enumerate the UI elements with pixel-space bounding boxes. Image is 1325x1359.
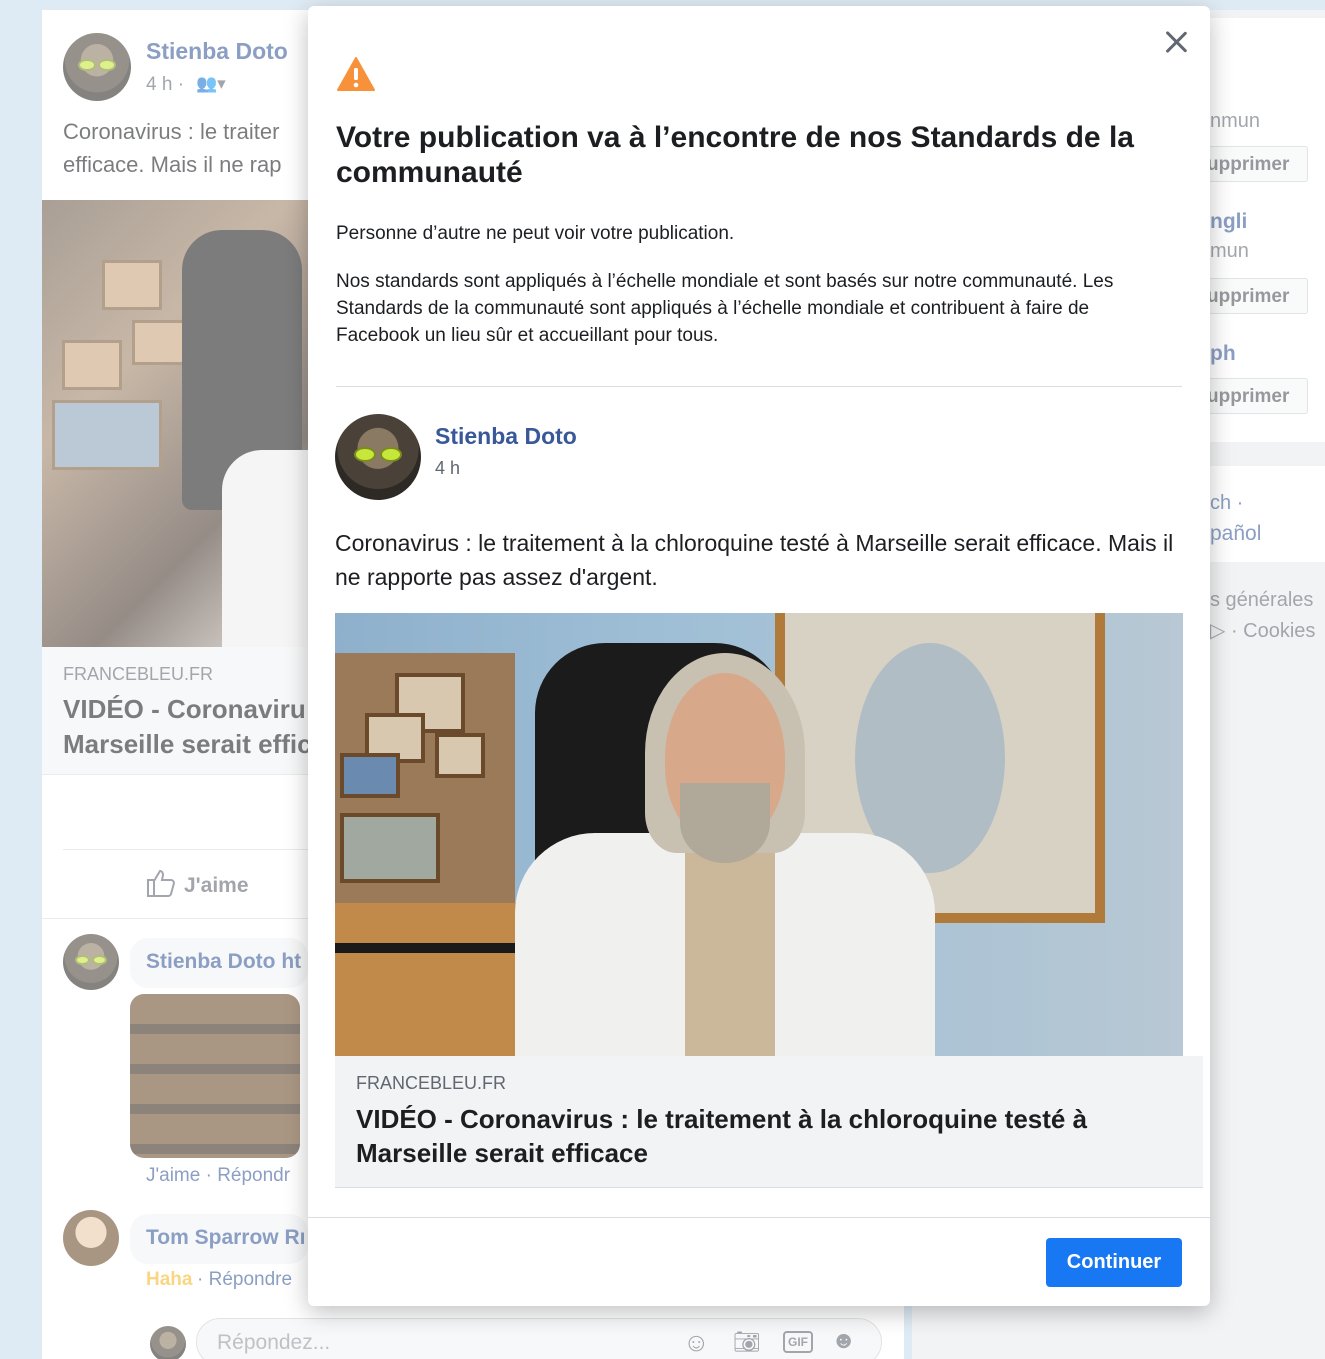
post-author-avatar[interactable] (335, 414, 421, 500)
dialog-footer-divider (308, 1217, 1210, 1218)
dialog-link-image[interactable] (335, 613, 1183, 1056)
continue-button[interactable]: Continuer (1046, 1238, 1182, 1287)
dialog-title: Votre publication va à l’encontre de nos… (336, 121, 1134, 189)
dialog-link-preview[interactable]: FRANCEBLEU.FR VIDÉO - Coronavirus : le t… (335, 1056, 1203, 1188)
dialog-link-domain: FRANCEBLEU.FR (356, 1073, 507, 1093)
warning-icon (337, 57, 375, 91)
close-icon[interactable] (1160, 26, 1192, 58)
dialog-divider (336, 386, 1182, 387)
community-standards-dialog: Votre publication va à l’encontre de nos… (308, 6, 1210, 1306)
dialog-notice: Personne d’autre ne peut voir votre publ… (336, 223, 735, 244)
dialog-post-author[interactable]: Stienba Doto (435, 423, 577, 450)
dialog-explanation: Nos standards sont appliqués à l’échelle… (336, 271, 1114, 346)
dialog-link-title: VIDÉO - Coronavirus : le traitement à la… (356, 1104, 1088, 1168)
dialog-post-time[interactable]: 4 h (435, 458, 460, 479)
dialog-post-text: Coronavirus : le traitement à la chloroq… (335, 530, 1174, 590)
